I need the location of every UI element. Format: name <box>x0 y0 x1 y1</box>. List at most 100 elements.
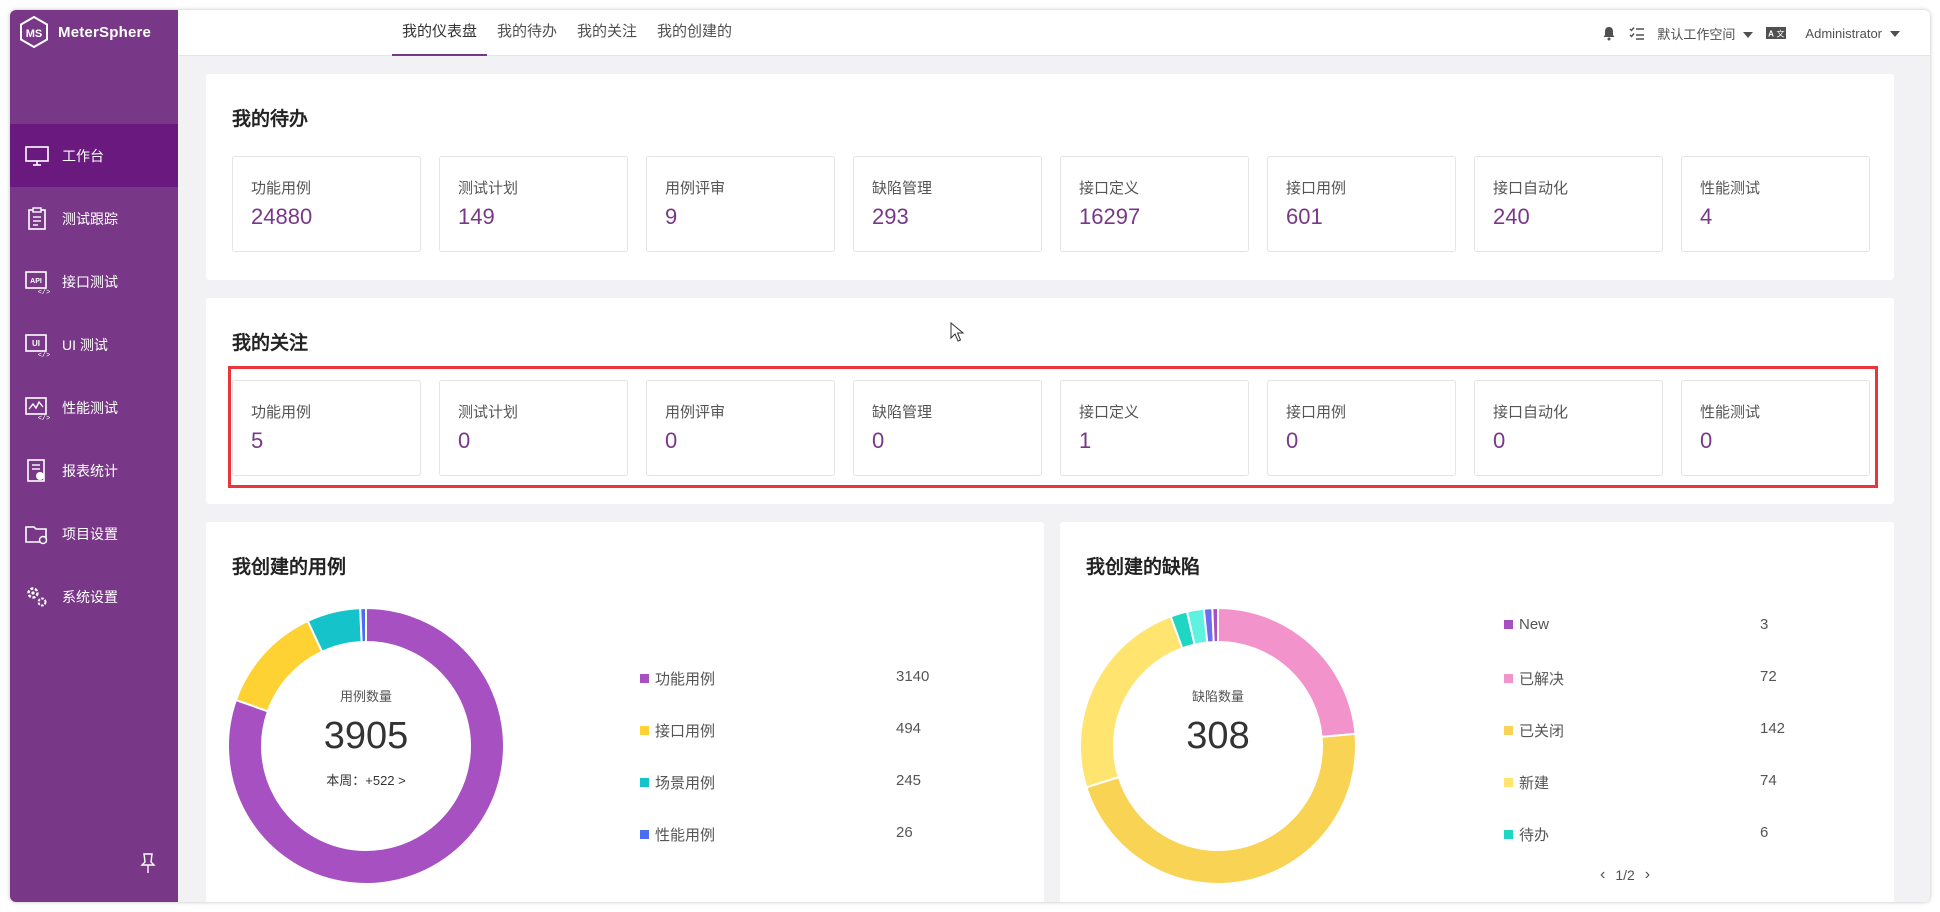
stat-value: 1 <box>1079 428 1092 453</box>
defects-legend-pager: ‹ 1/2 › <box>1600 866 1650 884</box>
cases-legend-item[interactable]: 性能用例 <box>640 824 885 845</box>
todo-stat-test-plan[interactable]: 测试计划 149 <box>439 156 628 252</box>
defects-legend-value: 3 <box>1760 616 1769 633</box>
tab-my-created[interactable]: 我的创建的 <box>647 10 742 56</box>
cases-legend-item[interactable]: 功能用例 <box>640 668 885 689</box>
sidebar-item-label: UI 测试 <box>62 336 108 353</box>
legend-swatch <box>1504 674 1513 683</box>
follow-stat-api-automation[interactable]: 接口自动化 0 <box>1474 380 1663 476</box>
sidebar-item-report[interactable]: 报表统计 <box>10 439 178 502</box>
svg-text:</>: </> <box>38 289 50 295</box>
cases-center-value: 3905 <box>323 715 409 757</box>
clipboard-icon <box>28 206 46 230</box>
legend-swatch <box>1504 778 1513 787</box>
cases-legend-value: 245 <box>896 772 922 789</box>
task-list-icon[interactable] <box>1629 25 1645 41</box>
stat-label: 功能用例 <box>251 180 312 197</box>
sidebar-item-workbench[interactable]: 工作台 <box>10 124 178 187</box>
cases-legend-value: 494 <box>896 720 922 737</box>
monitor-icon <box>25 145 49 166</box>
defects-legend-item[interactable]: 已关闭 <box>1504 720 1749 741</box>
follow-stat-case-review[interactable]: 用例评审 0 <box>646 380 835 476</box>
stat-value: 16297 <box>1079 204 1141 229</box>
todo-stat-case-review[interactable]: 用例评审 9 <box>646 156 835 252</box>
follow-stats: 功能用例 5 测试计划 0 用例评审 0 缺陷管理 0 接口定义 1 接口用例 0 接口自动… <box>232 380 1870 476</box>
follow-stat-api-case[interactable]: 接口用例 0 <box>1267 380 1456 476</box>
dashboard-tabs: 我的仪表盘 我的待办 我的关注 我的创建的 <box>392 10 742 56</box>
follow-stat-api-definition[interactable]: 接口定义 1 <box>1060 380 1249 476</box>
cases-slice-3[interactable] <box>359 606 367 644</box>
sidebar-item-test-track[interactable]: 测试跟踪 <box>10 187 178 250</box>
todo-stat-api-definition[interactable]: 接口定义 16297 <box>1060 156 1249 252</box>
ui-icon: UI </> <box>25 333 50 358</box>
sidebar-item-project-settings[interactable]: 项目设置 <box>10 502 178 565</box>
follow-stat-performance[interactable]: 性能测试 0 <box>1681 380 1870 476</box>
brand-name: MeterSphere <box>58 23 152 41</box>
cases-weekly-link[interactable]: 本周：+522 > <box>226 770 506 789</box>
performance-icon: </> <box>25 396 50 421</box>
stat-label: 接口自动化 <box>1493 180 1569 197</box>
cases-legend-item[interactable]: 场景用例 <box>640 772 885 793</box>
logo[interactable]: MS MeterSphere <box>10 10 178 54</box>
sidebar-item-system-settings[interactable]: 系统设置 <box>10 565 178 628</box>
sidebar-item-api-test[interactable]: API </> 接口测试 <box>10 250 178 313</box>
metersphere-logo-icon: MS <box>20 16 48 48</box>
stat-value: 24880 <box>251 204 313 229</box>
sidebar-item-ui-test[interactable]: UI </> UI 测试 <box>10 313 178 376</box>
stat-value: 0 <box>1700 428 1713 453</box>
legend-label: 场景用例 <box>655 775 716 792</box>
stat-value: 4 <box>1700 204 1713 229</box>
workspace-selector[interactable]: 默认工作空间 <box>1657 24 1754 43</box>
legend-swatch <box>640 726 649 735</box>
follow-stat-defect[interactable]: 缺陷管理 0 <box>853 380 1042 476</box>
legend-label: 性能用例 <box>655 827 716 844</box>
defects-legend-item[interactable]: 新建 <box>1504 772 1749 793</box>
legend-label: 新建 <box>1519 775 1550 792</box>
sidebar-item-label: 性能测试 <box>62 399 118 416</box>
sidebar-item-label: 工作台 <box>62 147 104 164</box>
defects-legend-item[interactable]: New <box>1504 616 1749 633</box>
defects-slice-6[interactable] <box>1211 606 1219 644</box>
workspace-name: 默认工作空间 <box>1657 26 1736 42</box>
stat-label: 接口自动化 <box>1493 404 1569 421</box>
bell-icon[interactable] <box>1601 25 1617 41</box>
language-icon[interactable]: A文 <box>1765 25 1787 41</box>
defects-legend-item[interactable]: 待办 <box>1504 824 1749 845</box>
tab-my-dashboard[interactable]: 我的仪表盘 <box>392 10 488 56</box>
defects-center-caption: 缺陷数量 <box>1191 689 1244 704</box>
follow-card: 我的关注 功能用例 5 测试计划 0 用例评审 0 缺陷管理 0 接口定义 1 接口用例 0… <box>206 298 1894 504</box>
tab-my-todo[interactable]: 我的待办 <box>487 10 567 56</box>
todo-stat-functional-case[interactable]: 功能用例 24880 <box>232 156 421 252</box>
stat-label: 性能测试 <box>1700 404 1761 421</box>
pin-icon[interactable] <box>140 852 156 874</box>
pager-prev-icon[interactable]: ‹ <box>1600 866 1605 884</box>
todo-stat-defect[interactable]: 缺陷管理 293 <box>853 156 1042 252</box>
svg-text:</>: </> <box>38 352 50 358</box>
stat-label: 缺陷管理 <box>872 180 933 197</box>
user-menu[interactable]: Administrator <box>1805 26 1900 41</box>
todo-stat-api-automation[interactable]: 接口自动化 240 <box>1474 156 1663 252</box>
follow-stat-functional-case[interactable]: 功能用例 5 <box>232 380 421 476</box>
stat-value: 5 <box>251 428 264 453</box>
todo-card: 我的待办 功能用例 24880 测试计划 149 用例评审 9 缺陷管理 293 接口定… <box>206 74 1894 280</box>
pager-next-icon[interactable]: › <box>1645 866 1650 884</box>
created-cases-title: 我创建的用例 <box>232 557 347 578</box>
defects-legend-value: 142 <box>1760 720 1786 737</box>
todo-stat-api-case[interactable]: 接口用例 601 <box>1267 156 1456 252</box>
follow-stat-test-plan[interactable]: 测试计划 0 <box>439 380 628 476</box>
cases-legend-item[interactable]: 接口用例 <box>640 720 885 741</box>
tab-my-follow[interactable]: 我的关注 <box>567 10 647 56</box>
legend-swatch <box>640 778 649 787</box>
sidebar-item-performance-test[interactable]: </> 性能测试 <box>10 376 178 439</box>
sidebar-nav: 工作台 测试跟踪 API </> 接口测试 UI </> UI 测试 </> 性能测… <box>10 124 178 628</box>
defects-legend-item[interactable]: 已解决 <box>1504 668 1749 689</box>
stat-label: 接口用例 <box>1286 404 1347 421</box>
app-window: MS MeterSphere 工作台 测试跟踪 API </> 接口测试 UI </… <box>10 10 1930 902</box>
user-name: Administrator <box>1805 25 1882 41</box>
topbar-actions: 默认工作空间 A文 Administrator <box>1601 10 1900 56</box>
stat-label: 测试计划 <box>458 180 519 197</box>
stat-value: 240 <box>1493 204 1530 229</box>
legend-label: 已解决 <box>1519 671 1565 688</box>
todo-stat-performance[interactable]: 性能测试 4 <box>1681 156 1870 252</box>
legend-swatch <box>640 830 649 839</box>
